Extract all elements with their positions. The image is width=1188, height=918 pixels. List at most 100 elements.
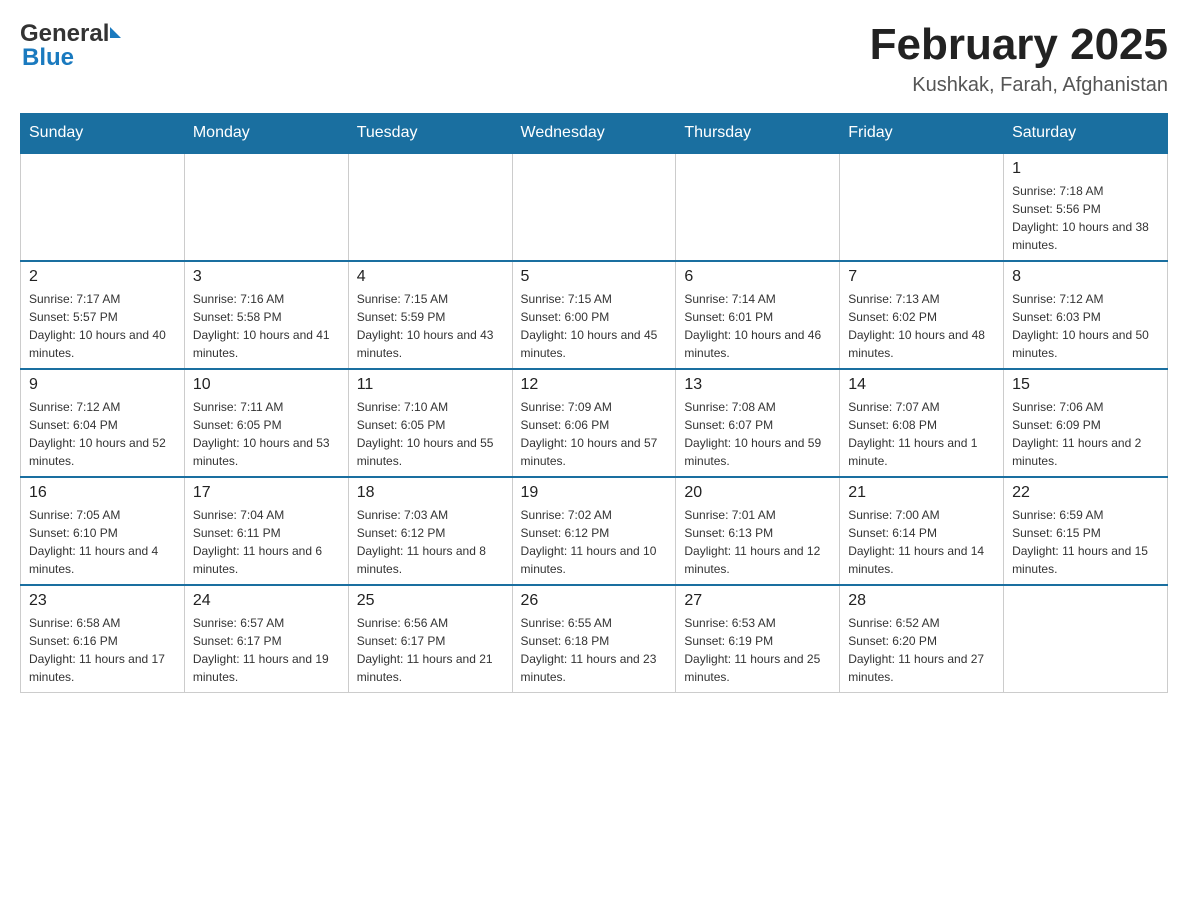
calendar-cell: 6 Sunrise: 7:14 AMSunset: 6:01 PMDaylight… <box>676 261 840 369</box>
location-title: Kushkak, Farah, Afghanistan <box>870 74 1168 97</box>
day-number: 9 <box>29 376 176 394</box>
calendar-cell: 10 Sunrise: 7:11 AMSunset: 6:05 PMDayligh… <box>184 369 348 477</box>
calendar-table: SundayMondayTuesdayWednesdayThursdayFrid… <box>20 113 1168 693</box>
day-number: 2 <box>29 268 176 286</box>
weekday-header-friday: Friday <box>840 114 1004 154</box>
day-info: Sunrise: 7:07 AMSunset: 6:08 PMDaylight:… <box>848 398 995 470</box>
day-info: Sunrise: 7:12 AMSunset: 6:03 PMDaylight:… <box>1012 290 1159 362</box>
day-info: Sunrise: 7:05 AMSunset: 6:10 PMDaylight:… <box>29 506 176 578</box>
day-number: 1 <box>1012 160 1159 178</box>
day-number: 16 <box>29 484 176 502</box>
logo-blue-text: Blue <box>22 44 74 72</box>
day-info: Sunrise: 6:56 AMSunset: 6:17 PMDaylight:… <box>357 614 504 686</box>
day-info: Sunrise: 7:11 AMSunset: 6:05 PMDaylight:… <box>193 398 340 470</box>
day-info: Sunrise: 6:59 AMSunset: 6:15 PMDaylight:… <box>1012 506 1159 578</box>
calendar-cell <box>21 153 185 261</box>
calendar-cell: 14 Sunrise: 7:07 AMSunset: 6:08 PMDayligh… <box>840 369 1004 477</box>
weekday-header-wednesday: Wednesday <box>512 114 676 154</box>
calendar-cell: 13 Sunrise: 7:08 AMSunset: 6:07 PMDayligh… <box>676 369 840 477</box>
calendar-cell: 8 Sunrise: 7:12 AMSunset: 6:03 PMDaylight… <box>1004 261 1168 369</box>
weekday-header-saturday: Saturday <box>1004 114 1168 154</box>
calendar-cell: 24 Sunrise: 6:57 AMSunset: 6:17 PMDayligh… <box>184 585 348 693</box>
calendar-cell: 17 Sunrise: 7:04 AMSunset: 6:11 PMDayligh… <box>184 477 348 585</box>
day-number: 14 <box>848 376 995 394</box>
day-number: 8 <box>1012 268 1159 286</box>
day-number: 27 <box>684 592 831 610</box>
day-number: 25 <box>357 592 504 610</box>
calendar-cell: 28 Sunrise: 6:52 AMSunset: 6:20 PMDayligh… <box>840 585 1004 693</box>
calendar-cell: 27 Sunrise: 6:53 AMSunset: 6:19 PMDayligh… <box>676 585 840 693</box>
calendar-week-row: 23 Sunrise: 6:58 AMSunset: 6:16 PMDayligh… <box>21 585 1168 693</box>
day-info: Sunrise: 7:15 AMSunset: 5:59 PMDaylight:… <box>357 290 504 362</box>
day-number: 28 <box>848 592 995 610</box>
day-info: Sunrise: 7:04 AMSunset: 6:11 PMDaylight:… <box>193 506 340 578</box>
day-number: 26 <box>521 592 668 610</box>
calendar-cell: 3Sunrise: 7:16 AMSunset: 5:58 PMDaylight… <box>184 261 348 369</box>
day-number: 22 <box>1012 484 1159 502</box>
calendar-cell: 22 Sunrise: 6:59 AMSunset: 6:15 PMDayligh… <box>1004 477 1168 585</box>
day-info: Sunrise: 7:17 AMSunset: 5:57 PMDaylight:… <box>29 290 176 362</box>
calendar-week-row: 1 Sunrise: 7:18 AMSunset: 5:56 PMDaylight… <box>21 153 1168 261</box>
day-info: Sunrise: 7:08 AMSunset: 6:07 PMDaylight:… <box>684 398 831 470</box>
day-info: Sunrise: 7:10 AMSunset: 6:05 PMDaylight:… <box>357 398 504 470</box>
calendar-header-row: SundayMondayTuesdayWednesdayThursdayFrid… <box>21 114 1168 154</box>
weekday-header-tuesday: Tuesday <box>348 114 512 154</box>
day-number: 20 <box>684 484 831 502</box>
calendar-cell <box>512 153 676 261</box>
day-number: 12 <box>521 376 668 394</box>
calendar-cell: 1 Sunrise: 7:18 AMSunset: 5:56 PMDaylight… <box>1004 153 1168 261</box>
day-number: 7 <box>848 268 995 286</box>
day-number: 6 <box>684 268 831 286</box>
calendar-cell: 26 Sunrise: 6:55 AMSunset: 6:18 PMDayligh… <box>512 585 676 693</box>
day-number: 24 <box>193 592 340 610</box>
day-info: Sunrise: 6:55 AMSunset: 6:18 PMDaylight:… <box>521 614 668 686</box>
day-info: Sunrise: 7:14 AMSunset: 6:01 PMDaylight:… <box>684 290 831 362</box>
day-info: Sunrise: 7:03 AMSunset: 6:12 PMDaylight:… <box>357 506 504 578</box>
calendar-week-row: 9 Sunrise: 7:12 AMSunset: 6:04 PMDaylight… <box>21 369 1168 477</box>
day-number: 21 <box>848 484 995 502</box>
day-info: Sunrise: 6:53 AMSunset: 6:19 PMDaylight:… <box>684 614 831 686</box>
day-info: Sunrise: 7:18 AMSunset: 5:56 PMDaylight:… <box>1012 182 1159 254</box>
calendar-cell: 19 Sunrise: 7:02 AMSunset: 6:12 PMDayligh… <box>512 477 676 585</box>
day-number: 18 <box>357 484 504 502</box>
title-section: February 2025 Kushkak, Farah, Afghanista… <box>870 20 1168 97</box>
day-number: 17 <box>193 484 340 502</box>
day-info: Sunrise: 7:15 AMSunset: 6:00 PMDaylight:… <box>521 290 668 362</box>
day-info: Sunrise: 7:09 AMSunset: 6:06 PMDaylight:… <box>521 398 668 470</box>
calendar-week-row: 2 Sunrise: 7:17 AMSunset: 5:57 PMDaylight… <box>21 261 1168 369</box>
logo: General Blue <box>20 20 121 72</box>
calendar-cell <box>1004 585 1168 693</box>
calendar-cell: 25 Sunrise: 6:56 AMSunset: 6:17 PMDayligh… <box>348 585 512 693</box>
day-number: 19 <box>521 484 668 502</box>
day-number: 11 <box>357 376 504 394</box>
weekday-header-monday: Monday <box>184 114 348 154</box>
day-number: 5 <box>521 268 668 286</box>
day-info: Sunrise: 6:58 AMSunset: 6:16 PMDaylight:… <box>29 614 176 686</box>
calendar-cell: 23 Sunrise: 6:58 AMSunset: 6:16 PMDayligh… <box>21 585 185 693</box>
day-info: Sunrise: 7:12 AMSunset: 6:04 PMDaylight:… <box>29 398 176 470</box>
calendar-cell: 2 Sunrise: 7:17 AMSunset: 5:57 PMDaylight… <box>21 261 185 369</box>
day-number: 15 <box>1012 376 1159 394</box>
calendar-week-row: 16 Sunrise: 7:05 AMSunset: 6:10 PMDayligh… <box>21 477 1168 585</box>
day-number: 10 <box>193 376 340 394</box>
calendar-cell: 4Sunrise: 7:15 AMSunset: 5:59 PMDaylight… <box>348 261 512 369</box>
day-info: Sunrise: 7:00 AMSunset: 6:14 PMDaylight:… <box>848 506 995 578</box>
calendar-cell <box>840 153 1004 261</box>
calendar-cell: 15 Sunrise: 7:06 AMSunset: 6:09 PMDayligh… <box>1004 369 1168 477</box>
day-info: Sunrise: 6:57 AMSunset: 6:17 PMDaylight:… <box>193 614 340 686</box>
calendar-cell: 21 Sunrise: 7:00 AMSunset: 6:14 PMDayligh… <box>840 477 1004 585</box>
calendar-cell: 20Sunrise: 7:01 AMSunset: 6:13 PMDayligh… <box>676 477 840 585</box>
logo-triangle-icon <box>110 27 121 38</box>
calendar-cell: 12 Sunrise: 7:09 AMSunset: 6:06 PMDayligh… <box>512 369 676 477</box>
calendar-cell: 18 Sunrise: 7:03 AMSunset: 6:12 PMDayligh… <box>348 477 512 585</box>
calendar-cell <box>348 153 512 261</box>
calendar-cell: 9 Sunrise: 7:12 AMSunset: 6:04 PMDaylight… <box>21 369 185 477</box>
calendar-cell <box>184 153 348 261</box>
day-number: 23 <box>29 592 176 610</box>
day-info: Sunrise: 7:16 AMSunset: 5:58 PMDaylight:… <box>193 290 340 362</box>
day-info: Sunrise: 7:13 AMSunset: 6:02 PMDaylight:… <box>848 290 995 362</box>
day-info: Sunrise: 7:02 AMSunset: 6:12 PMDaylight:… <box>521 506 668 578</box>
day-info: Sunrise: 6:52 AMSunset: 6:20 PMDaylight:… <box>848 614 995 686</box>
day-number: 13 <box>684 376 831 394</box>
day-info: Sunrise: 7:06 AMSunset: 6:09 PMDaylight:… <box>1012 398 1159 470</box>
